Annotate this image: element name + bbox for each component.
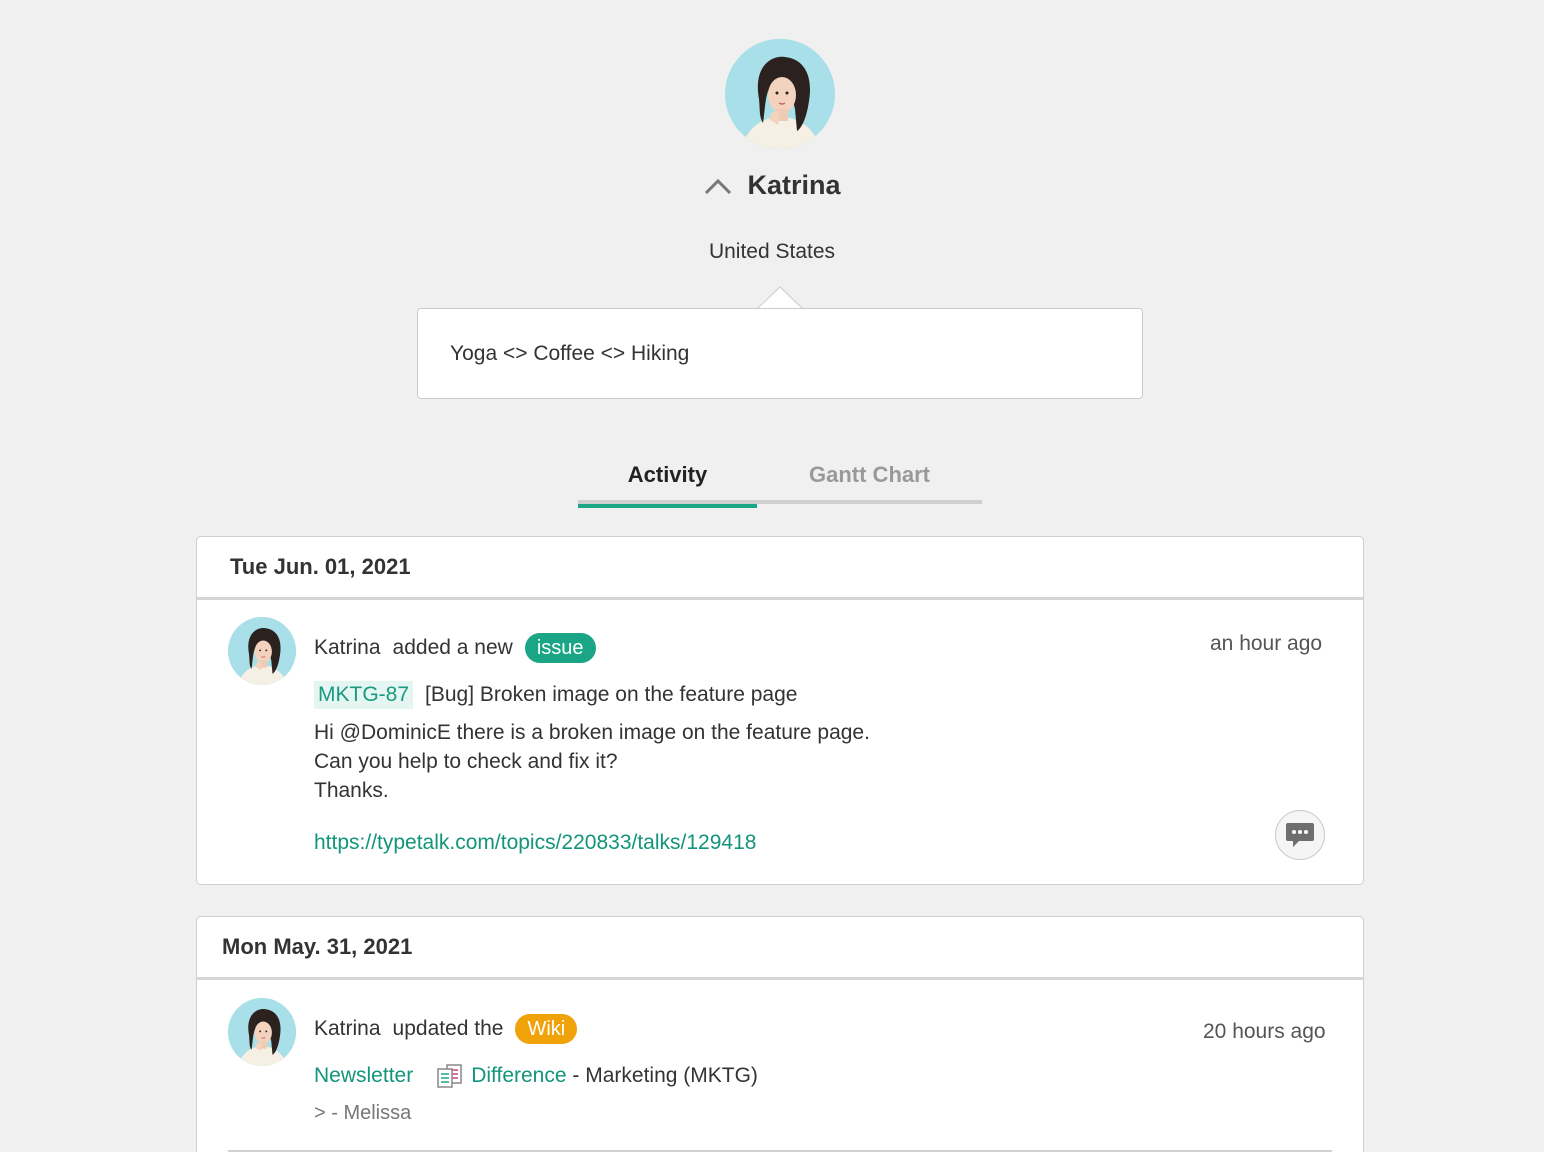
issue-title[interactable]: [Bug] Broken image on the feature page [425, 683, 797, 707]
activity-time: 20 hours ago [1203, 1020, 1326, 1043]
actor-name[interactable]: Katrina [314, 1017, 381, 1041]
activity-action: updated the [392, 1017, 504, 1040]
difference-link[interactable]: Difference [471, 1064, 566, 1088]
issue-description: Hi @DominicE there is a broken image on … [314, 718, 870, 805]
bio-text: Yoga <> Coffee <> Hiking [450, 341, 690, 365]
profile-name: Katrina [747, 170, 841, 200]
chevron-up-icon[interactable] [703, 176, 733, 196]
tab-activity-label: Activity [627, 462, 708, 487]
project-separator: - [566, 1064, 586, 1087]
issue-key-link[interactable]: MKTG-87 [314, 681, 414, 709]
activity-date: Tue Jun. 01, 2021 [197, 537, 1363, 600]
tab-gantt-chart-label: Gantt Chart [809, 462, 930, 487]
activity-summary: Katrina added a new issue [314, 633, 596, 663]
issue-title-row: MKTG-87 [Bug] Broken image on the featur… [314, 681, 797, 709]
tab-activity[interactable]: Activity [578, 446, 757, 508]
activity-day-card: Tue Jun. 01, 2021 Katrina added a new is… [196, 536, 1364, 885]
wiki-title-row: Newsletter Difference - Marketing (MKTG) [314, 1063, 758, 1089]
description-line: Thanks. [314, 779, 389, 802]
activity-summary: Katrina updated the Wiki [314, 1014, 578, 1044]
activity-date: Mon May. 31, 2021 [197, 917, 1363, 980]
description-line: Hi @DominicE there is a broken image on … [314, 721, 870, 744]
project-name: Marketing (MKTG) [585, 1064, 758, 1087]
wiki-page-link[interactable]: Newsletter [314, 1064, 413, 1088]
issue-badge: issue [524, 633, 596, 663]
tab-gantt-chart[interactable]: Gantt Chart [757, 446, 982, 504]
profile-bio: Yoga <> Coffee <> Hiking [417, 308, 1143, 399]
actor-name[interactable]: Katrina [314, 636, 381, 660]
activity-time: an hour ago [1210, 632, 1323, 655]
avatar [725, 39, 835, 149]
wiki-badge: Wiki [515, 1014, 578, 1044]
profile-tabs: Activity Gantt Chart [578, 446, 982, 508]
activity-action: added a new [392, 636, 513, 659]
comment-icon [1286, 823, 1314, 847]
bio-caret [757, 286, 803, 310]
activity-day-card: Mon May. 31, 2021 Katrina updated the Wi… [196, 916, 1364, 1152]
wiki-quote: > - Melissa [314, 1102, 412, 1124]
diff-icon[interactable] [435, 1063, 465, 1089]
description-line: Can you help to check and fix it? [314, 750, 618, 773]
profile-name-row: Katrina [0, 170, 1544, 201]
comment-button[interactable] [1275, 810, 1325, 860]
avatar[interactable] [228, 617, 296, 685]
avatar[interactable] [228, 998, 296, 1066]
profile-location: United States [708, 240, 836, 263]
typetalk-link[interactable]: https://typetalk.com/topics/220833/talks… [314, 831, 756, 855]
